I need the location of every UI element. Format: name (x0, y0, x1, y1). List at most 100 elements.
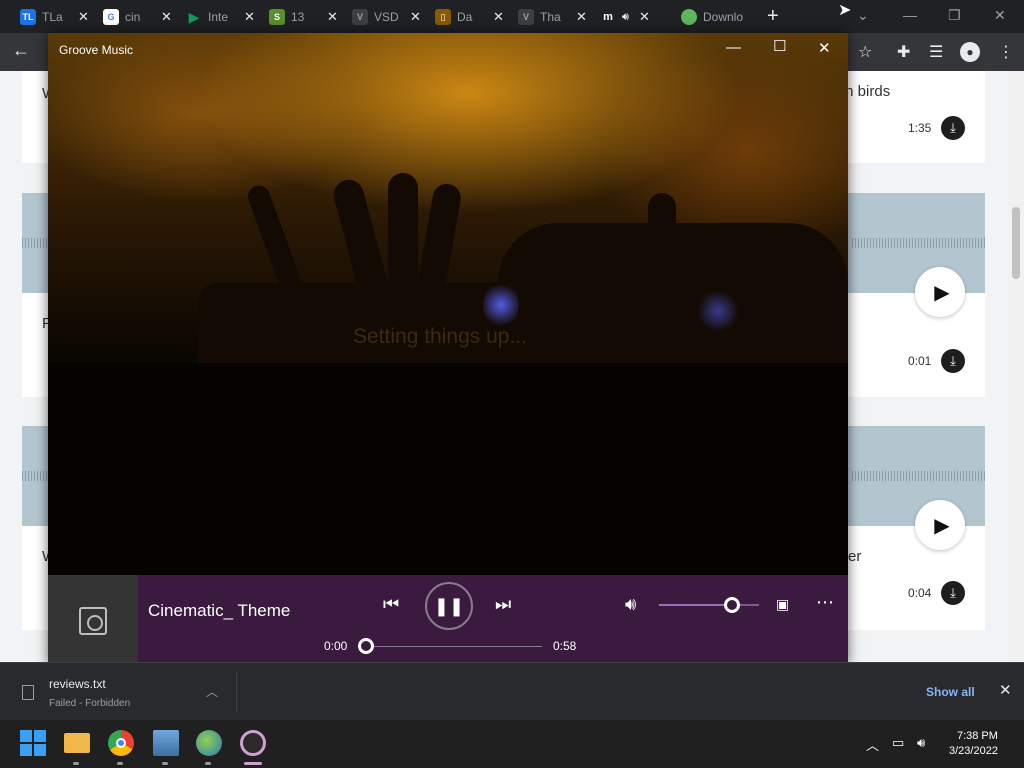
crowd-silhouette (244, 182, 304, 294)
next-track-icon[interactable]: ⏭︎ (495, 594, 511, 615)
browser-tab[interactable]: S 13 ✕ (269, 5, 338, 29)
app-icon[interactable] (153, 730, 179, 756)
volume-icon[interactable]: 🔊︎ (625, 594, 636, 615)
tab-title: Tha (540, 10, 561, 24)
menu-kebab-icon[interactable]: ⋮ (998, 42, 1014, 62)
tab-title: Inte (208, 10, 229, 24)
tab-audio-icon[interactable]: 🔊︎ (622, 11, 629, 24)
tab-title: Da (457, 10, 473, 24)
network-icon[interactable]: ▭ (892, 735, 904, 751)
now-playing-bar: Cinematic_ Theme ⏮︎ ❚❚ ⏭︎ 🔊︎ ▣ ⋯ 0:00 0:… (48, 575, 848, 665)
close-tab-icon[interactable]: ✕ (410, 9, 421, 25)
track-title: er (848, 548, 862, 565)
close-tab-icon[interactable]: ✕ (78, 9, 89, 25)
download-filename[interactable]: reviews.txt (49, 677, 106, 691)
chevron-up-icon[interactable]: ︿ (206, 683, 218, 700)
waveform-bars (22, 471, 48, 481)
running-indicator (117, 762, 123, 765)
chrome-icon[interactable] (108, 730, 134, 756)
play-button[interactable]: ▶ (915, 267, 965, 317)
close-shelf-icon[interactable]: ✕ (999, 681, 1012, 699)
browser-tab[interactable]: V Tha ✕ (518, 5, 587, 29)
play-button[interactable]: ▶ (915, 500, 965, 550)
album-art (48, 33, 848, 575)
close-icon[interactable]: ✕ (818, 39, 831, 57)
mouse-cursor-icon: ➤ (838, 2, 852, 19)
track-duration: 0:04 (908, 586, 932, 600)
track-duration: 1:35 (908, 121, 932, 135)
browser-tab[interactable]: Downlo (681, 5, 743, 29)
seek-knob[interactable] (358, 638, 374, 654)
media-control-icon[interactable]: ☰ (929, 42, 943, 62)
minimize-window-icon[interactable]: — (903, 7, 917, 23)
seek-bar[interactable] (366, 646, 542, 647)
active-indicator (244, 762, 262, 765)
minimize-icon[interactable]: — (726, 39, 741, 56)
browser-tab[interactable]: V VSD ✕ (352, 5, 421, 29)
close-tab-icon[interactable]: ✕ (493, 9, 504, 25)
maximize-icon[interactable]: ☐ (773, 37, 786, 55)
scrollbar-thumb[interactable] (1012, 207, 1020, 279)
extensions-icon[interactable]: ✚ (897, 42, 910, 62)
back-button[interactable]: ← (12, 40, 30, 61)
tab-favicon-icon: V (518, 9, 534, 25)
crowd-silhouette (48, 363, 848, 575)
tab-title: Downlo (703, 10, 743, 24)
tab-title: cin (125, 10, 141, 24)
browser-tab-active[interactable]: m 🔊︎ ✕ (600, 5, 650, 29)
tab-title: TLa (42, 10, 63, 24)
elapsed-time: 0:00 (324, 639, 348, 653)
show-all-button[interactable]: Show all (926, 685, 975, 699)
volume-fill (659, 604, 732, 606)
close-tab-icon[interactable]: ✕ (161, 9, 172, 25)
close-tab-icon[interactable]: ✕ (576, 9, 587, 25)
running-indicator (205, 762, 211, 765)
close-tab-icon[interactable]: ✕ (244, 9, 255, 25)
chrome-center (116, 738, 126, 748)
new-tab-button[interactable]: + (767, 6, 779, 26)
download-icon[interactable]: ⤓ (941, 581, 965, 605)
track-duration: 0:01 (908, 354, 932, 368)
volume-slider[interactable] (659, 604, 759, 606)
running-indicator (73, 762, 79, 765)
groove-music-icon[interactable] (240, 730, 266, 756)
mini-view-icon[interactable]: ▣ (776, 596, 789, 613)
album-thumbnail[interactable] (48, 575, 138, 665)
tab-favicon-icon (681, 9, 697, 25)
loading-text: Setting things up... (353, 325, 527, 348)
browser-tab[interactable]: ▶ Inte ✕ (186, 5, 255, 29)
page-scrollbar[interactable] (1008, 71, 1024, 662)
file-explorer-icon[interactable] (64, 733, 90, 753)
browser-tab[interactable]: ▯ Da ✕ (435, 5, 504, 29)
tab-favicon-icon: ▯ (435, 9, 451, 25)
download-icon[interactable]: ⤓ (941, 349, 965, 373)
tab-favicon-icon: S (269, 9, 285, 25)
total-time: 0:58 (553, 639, 577, 653)
volume-knob[interactable] (724, 597, 740, 613)
browser-tab[interactable]: TL TLa ✕ (20, 5, 89, 29)
download-icon[interactable]: ⤓ (941, 116, 965, 140)
close-tab-icon[interactable]: ✕ (327, 9, 338, 25)
crowd-silhouette (648, 193, 676, 313)
tab-search-chevron-icon[interactable]: ⌄ (857, 7, 869, 24)
download-shelf: reviews.txt Failed - Forbidden ︿ Show al… (0, 662, 1024, 720)
more-options-icon[interactable]: ⋯ (816, 592, 834, 613)
song-title[interactable]: Cinematic_ Theme (148, 601, 298, 621)
tab-title: 13 (291, 10, 305, 24)
tab-favicon-icon: V (352, 9, 368, 25)
clock-date: 3/23/2022 (949, 745, 998, 757)
pause-button[interactable]: ❚❚ (425, 582, 473, 630)
previous-track-icon[interactable]: ⏮︎ (383, 594, 399, 615)
bookmark-star-icon[interactable]: ☆ (858, 42, 872, 62)
chevron-up-icon[interactable]: ︿ (866, 735, 879, 754)
app-globe-icon[interactable] (196, 730, 222, 756)
profile-avatar-icon[interactable]: ● (960, 42, 980, 62)
close-tab-icon[interactable]: ✕ (639, 9, 650, 25)
close-window-icon[interactable]: ✕ (994, 7, 1006, 24)
clock[interactable]: 7:38 PM 3/23/2022 (949, 729, 998, 759)
browser-tab[interactable]: G cin ✕ (103, 5, 172, 29)
start-button[interactable] (20, 730, 46, 756)
download-status: Failed - Forbidden (49, 698, 131, 709)
volume-icon[interactable]: 🔊︎ (917, 735, 925, 751)
restore-window-icon[interactable]: ❐ (948, 7, 961, 24)
